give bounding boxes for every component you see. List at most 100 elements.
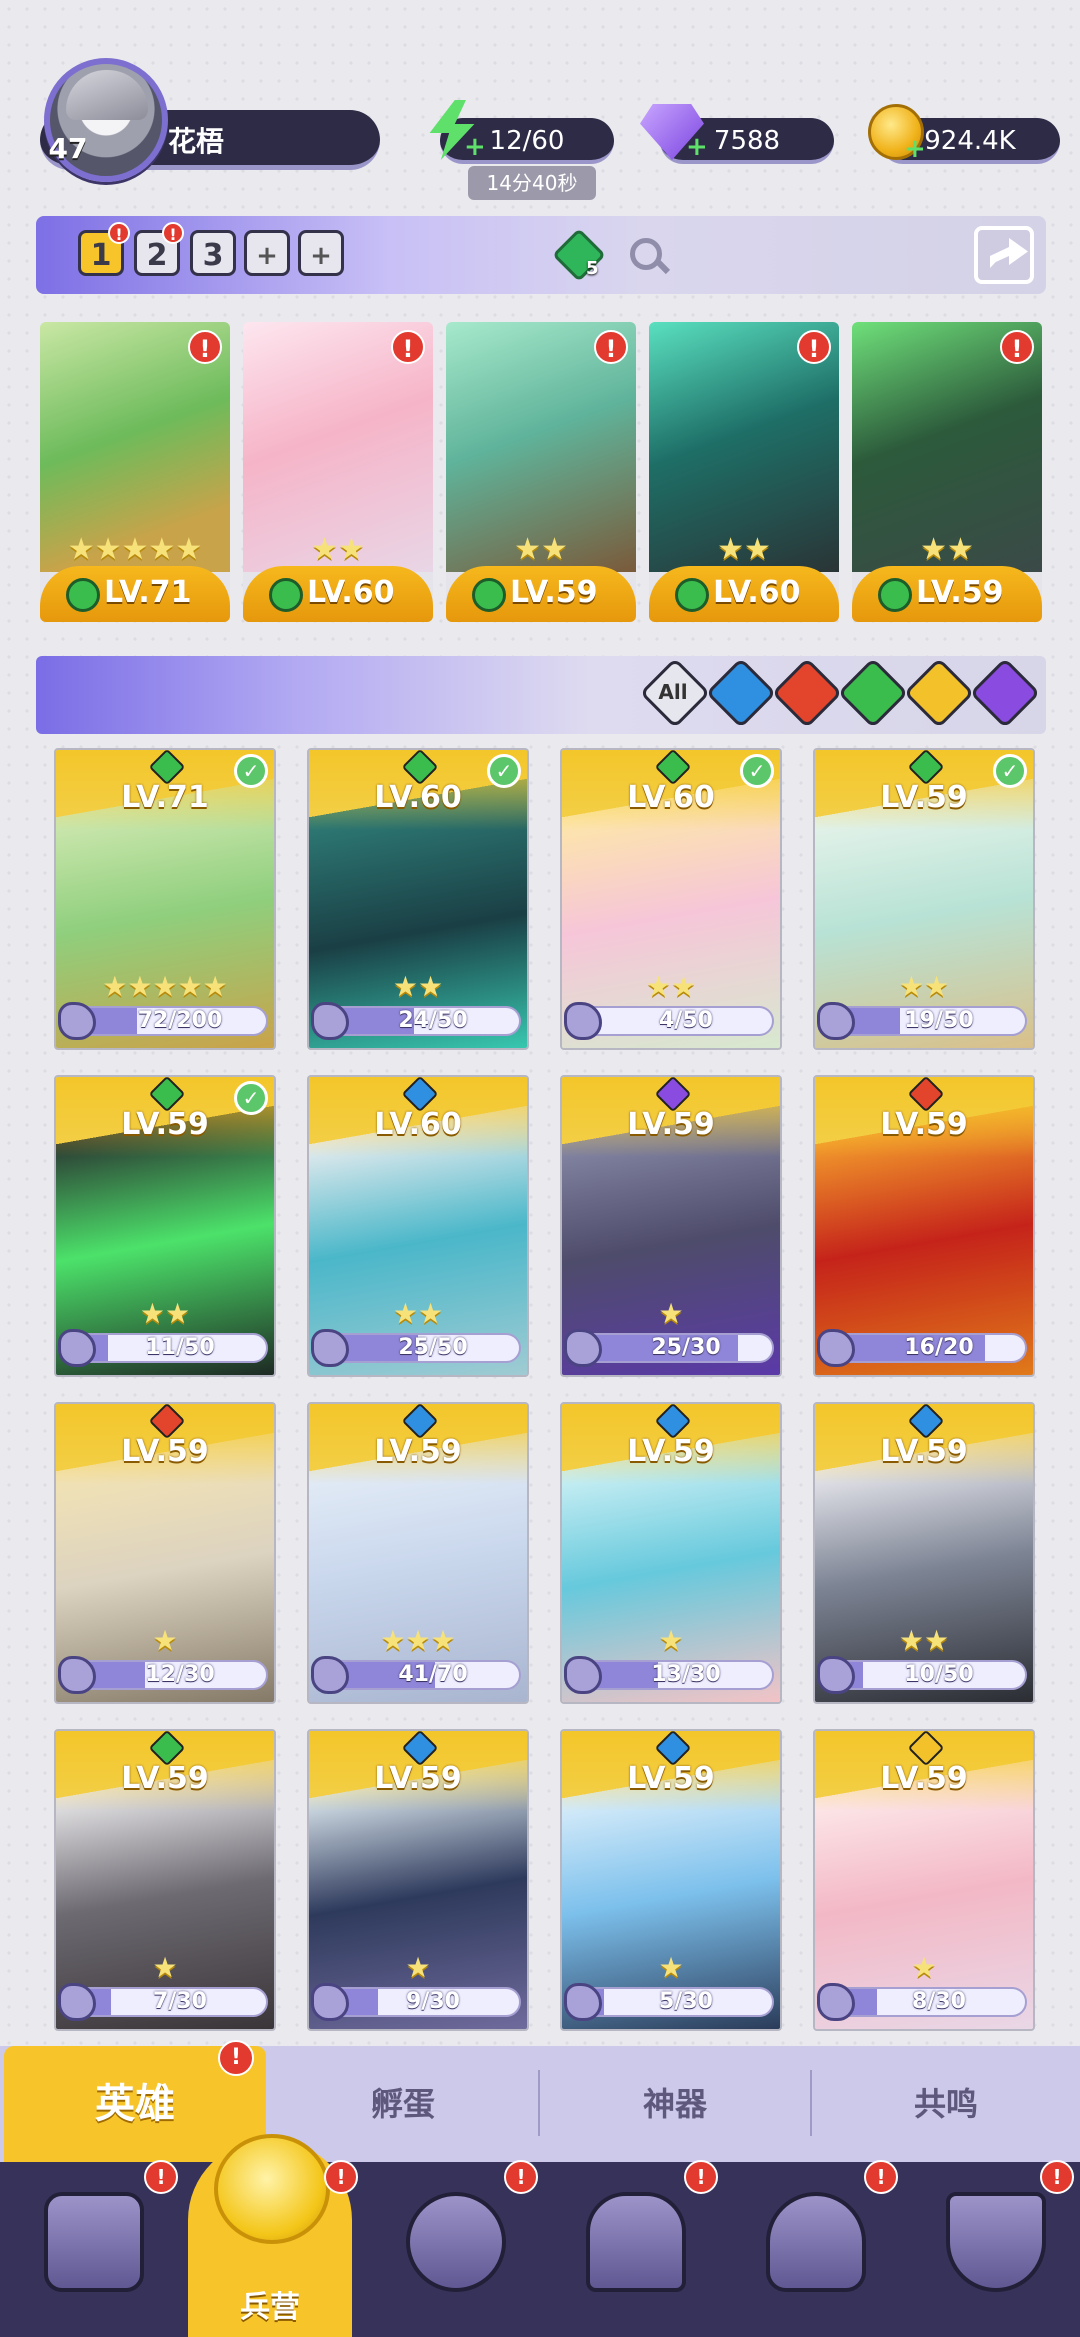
nav-guild-alert-icon: ! (1040, 2160, 1074, 2194)
summon-icon (766, 2192, 866, 2292)
hero-shard-icon (564, 1983, 602, 2021)
shard-progress-text: 24/50 (398, 1008, 468, 1033)
hero-stars: ★★ (392, 1297, 444, 1330)
hero-card[interactable]: LV.59 ★ 8/30 (813, 1729, 1035, 2031)
team-slot-1-alert-icon: ! (108, 222, 130, 244)
energy-timer: 14分40秒 (468, 166, 596, 200)
tab-resonance[interactable]: 共鸣 (812, 2046, 1080, 2162)
hero-card[interactable]: LV.71 ✓ ★★★★★ 72/200 (54, 748, 276, 1050)
barracks-fist-icon (214, 2134, 330, 2244)
shard-progress-text: 5/30 (659, 1989, 713, 2014)
hero-shard-icon (817, 1983, 855, 2021)
cards-icon (44, 2192, 144, 2292)
hero-card[interactable]: LV.59 ★ 9/30 (307, 1729, 529, 2031)
hero-card[interactable]: LV.59 ★ 13/30 (560, 1402, 782, 1704)
hero-level: LV.59 (121, 1761, 209, 1796)
tab-heroes-alert-icon: ! (218, 2040, 254, 2076)
nature-element-icon (675, 578, 709, 612)
shard-progress-text: 41/70 (398, 1662, 468, 1687)
tab-hatch[interactable]: 孵蛋 (268, 2046, 538, 2162)
hero-card[interactable]: LV.59 16/20 (813, 1075, 1035, 1377)
hero-card[interactable]: LV.60 ✓ ★★ 24/50 (307, 748, 529, 1050)
shard-progress-text: 10/50 (904, 1662, 974, 1687)
hero-stars: ★★★ (380, 1624, 456, 1657)
hero-card[interactable]: LV.59 ★★★ 41/70 (307, 1402, 529, 1704)
in-team-check-icon: ✓ (234, 1081, 268, 1115)
hero-shard-icon (817, 1002, 855, 1040)
hero-card[interactable]: LV.60 ★★ 25/50 (307, 1075, 529, 1377)
nav-cards-alert-icon: ! (144, 2160, 178, 2194)
hero-stars: ★ (152, 1951, 178, 1984)
hero-shard-icon (311, 1983, 349, 2021)
hero-shard-icon (564, 1002, 602, 1040)
hero-stars: ★ (911, 1951, 937, 1984)
team-hero-card[interactable]: ★★ LV.59 ! (446, 322, 636, 622)
nature-element-icon (878, 578, 912, 612)
nature-element-icon (66, 578, 100, 612)
hero-shard-icon (311, 1002, 349, 1040)
hero-stars: ★ (658, 1624, 684, 1657)
nav-map[interactable] (376, 2172, 526, 2322)
team-slot-3[interactable]: 3 (190, 230, 236, 276)
hero-card[interactable]: LV.59 ★★ 10/50 (813, 1402, 1035, 1704)
hero-stars: ★★★★★ (67, 532, 203, 567)
nav-summon[interactable] (736, 2172, 886, 2322)
hero-stars: ★ (405, 1951, 431, 1984)
hero-shard-icon (564, 1656, 602, 1694)
team-hero-card[interactable]: ★★★★★ LV.71 ! (40, 322, 230, 622)
shop-icon (586, 2192, 686, 2292)
hero-card[interactable]: LV.59 ★ 5/30 (560, 1729, 782, 2031)
add-coins-icon[interactable]: + (904, 136, 926, 162)
hero-shard-icon (58, 1656, 96, 1694)
nature-element-icon (472, 578, 506, 612)
shard-progress-text: 9/30 (406, 1989, 460, 2014)
hero-card[interactable]: LV.60 ✓ ★★ 4/50 (560, 748, 782, 1050)
hero-alert-icon: ! (188, 330, 222, 364)
team-hero-card[interactable]: ★★ LV.59 ! (852, 322, 1042, 622)
hero-card[interactable]: LV.59 ✓ ★★ 19/50 (813, 748, 1035, 1050)
team-hero-card[interactable]: ★★ LV.60 ! (243, 322, 433, 622)
add-energy-icon[interactable]: + (464, 134, 486, 160)
hero-stars: ★★ (645, 970, 697, 1003)
hero-stars: ★ (658, 1951, 684, 1984)
nav-barracks-alert-icon: ! (324, 2160, 358, 2194)
hero-card[interactable]: LV.59 ✓ ★★ 11/50 (54, 1075, 276, 1377)
team-select-bar (36, 216, 1046, 294)
nav-cards[interactable] (14, 2172, 164, 2322)
hero-level: LV.59 (374, 1434, 462, 1469)
hero-stars: ★★ (139, 1297, 191, 1330)
player-level: 47 (48, 132, 88, 165)
hero-stars: ★★ (514, 532, 568, 567)
nav-shop-alert-icon: ! (684, 2160, 718, 2194)
hero-level: LV.59 (916, 575, 1004, 610)
team-slot-add-2[interactable]: + (298, 230, 344, 276)
hero-card[interactable]: LV.59 ★ 12/30 (54, 1402, 276, 1704)
shard-progress-text: 11/50 (145, 1335, 215, 1360)
hero-shard-icon (817, 1656, 855, 1694)
shard-progress-text: 13/30 (651, 1662, 721, 1687)
hero-shard-icon (58, 1002, 96, 1040)
team-hero-card[interactable]: ★★ LV.60 ! (649, 322, 839, 622)
hero-stars: ★★ (717, 532, 771, 567)
hero-card[interactable]: LV.59 ★ 7/30 (54, 1729, 276, 2031)
in-team-check-icon: ✓ (993, 754, 1027, 788)
hero-alert-icon: ! (594, 330, 628, 364)
hero-shard-icon (311, 1656, 349, 1694)
shard-progress-text: 19/50 (904, 1008, 974, 1033)
nav-barracks-label: 兵营 (240, 2290, 300, 2325)
hero-stars: ★★★★★ (102, 970, 228, 1003)
hero-shard-icon (564, 1329, 602, 1367)
tab-artifacts[interactable]: 神器 (540, 2046, 810, 2162)
hero-stars: ★ (152, 1624, 178, 1657)
hero-shard-icon (817, 1329, 855, 1367)
in-team-check-icon: ✓ (740, 754, 774, 788)
add-gems-icon[interactable]: + (686, 134, 708, 160)
hero-stars: ★★ (920, 532, 974, 567)
hero-stars: ★★ (898, 1624, 950, 1657)
hero-card[interactable]: LV.59 ★ 25/30 (560, 1075, 782, 1377)
nav-guild[interactable] (916, 2172, 1066, 2322)
team-slot-add-1[interactable]: + (244, 230, 290, 276)
hero-level: LV.59 (627, 1761, 715, 1796)
nav-shop[interactable] (556, 2172, 706, 2322)
hero-shard-icon (58, 1329, 96, 1367)
